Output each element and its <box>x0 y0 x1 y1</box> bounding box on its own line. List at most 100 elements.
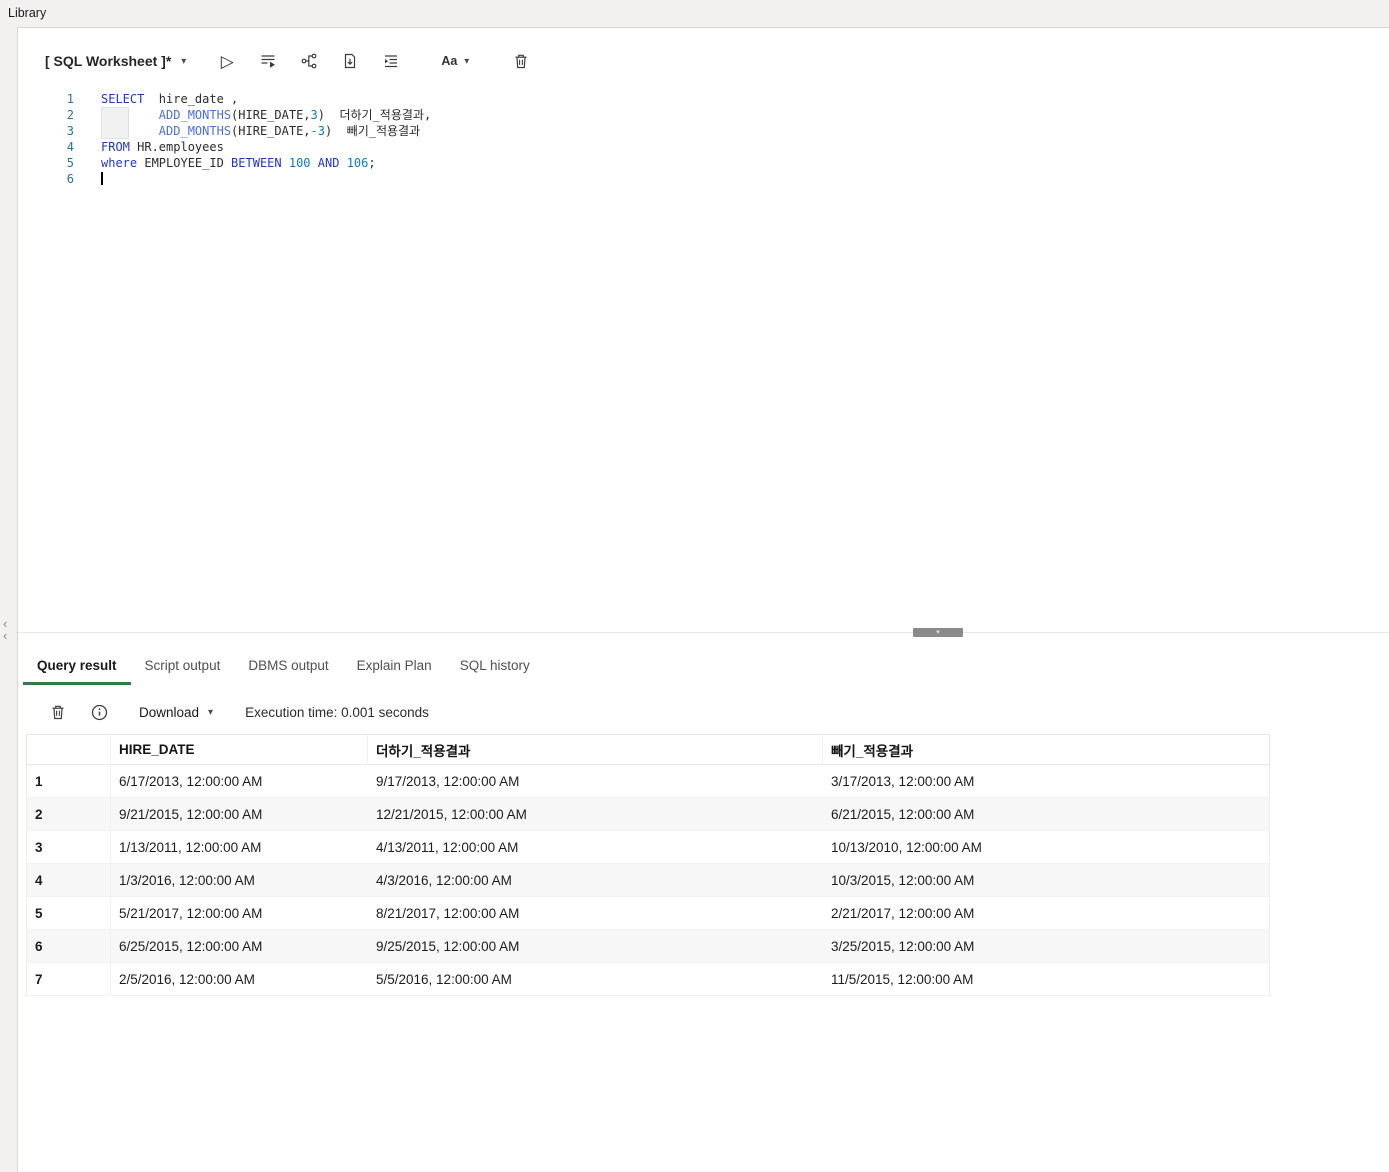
data-cell[interactable]: 2/5/2016, 12:00:00 AM <box>111 963 368 996</box>
format-button[interactable] <box>376 47 406 75</box>
data-cell[interactable]: 1/13/2011, 12:00:00 AM <box>111 831 368 864</box>
table-row[interactable]: 1 6/17/2013, 12:00:00 AM 9/17/2013, 12:00:… <box>26 765 1270 798</box>
code-line[interactable] <box>101 171 1389 187</box>
left-splitter-handle[interactable]: ‹ ‹ <box>3 617 7 642</box>
data-cell[interactable]: 3/25/2015, 12:00:00 AM <box>823 930 1270 963</box>
run-script-icon <box>259 52 277 70</box>
data-cell[interactable]: 10/3/2015, 12:00:00 AM <box>823 864 1270 897</box>
row-number-cell[interactable]: 7 <box>26 963 111 996</box>
info-icon <box>91 704 108 721</box>
row-number-cell[interactable]: 6 <box>26 930 111 963</box>
results-toolbar: Download ▾ Execution time: 0.001 seconds <box>18 697 1389 727</box>
worksheet-title: [ SQL Worksheet ]* <box>45 53 172 69</box>
data-cell[interactable]: 4/13/2011, 12:00:00 AM <box>368 831 823 864</box>
table-row[interactable]: 2 9/21/2015, 12:00:00 AM 12/21/2015, 12:00… <box>26 798 1270 831</box>
table-row[interactable]: 6 6/25/2015, 12:00:00 AM 9/25/2015, 12:00:… <box>26 930 1270 963</box>
data-cell[interactable]: 10/13/2010, 12:00:00 AM <box>823 831 1270 864</box>
run-button[interactable]: ▷ <box>212 47 242 75</box>
code-line[interactable]: SELECT hire_date , <box>101 91 1389 107</box>
grid-header-row: HIRE_DATE 더하기_적용결과 빼기_적용결과 <box>26 734 1270 765</box>
data-cell[interactable]: 2/21/2017, 12:00:00 AM <box>823 897 1270 930</box>
format-lines-icon <box>382 52 400 70</box>
trash-icon <box>50 704 66 721</box>
execution-time: Execution time: 0.001 seconds <box>245 704 429 720</box>
tab-query-result[interactable]: Query result <box>23 649 131 685</box>
data-cell[interactable]: 5/21/2017, 12:00:00 AM <box>111 897 368 930</box>
row-number-cell[interactable]: 1 <box>26 765 111 798</box>
tab-dbms-output[interactable]: DBMS output <box>234 649 342 685</box>
data-cell[interactable]: 9/17/2013, 12:00:00 AM <box>368 765 823 798</box>
trash-icon <box>513 53 529 70</box>
line-number: 2 <box>66 108 74 122</box>
data-cell[interactable]: 5/5/2016, 12:00:00 AM <box>368 963 823 996</box>
results-panel: Query result Script output DBMS output Expl… <box>18 649 1389 1172</box>
data-cell[interactable]: 12/21/2015, 12:00:00 AM <box>368 798 823 831</box>
line-number: 6 <box>66 172 74 186</box>
tab-explain-plan[interactable]: Explain Plan <box>343 649 446 685</box>
worksheet-panel: [ SQL Worksheet ]* ▾ ▷ Aa ▾ 1 2 3 4 5 6 … <box>17 27 1389 1172</box>
line-number: 5 <box>66 156 74 170</box>
table-row[interactable]: 4 1/3/2016, 12:00:00 AM 4/3/2016, 12:00:00… <box>26 864 1270 897</box>
data-cell[interactable]: 1/3/2016, 12:00:00 AM <box>111 864 368 897</box>
data-cell[interactable]: 8/21/2017, 12:00:00 AM <box>368 897 823 930</box>
line-number: 3 <box>66 124 74 138</box>
library-label: Library <box>8 6 47 20</box>
column-header[interactable]: 더하기_적용결과 <box>368 734 823 765</box>
chevron-down-icon: ▾ <box>181 55 187 67</box>
worksheet-toolbar: [ SQL Worksheet ]* ▾ ▷ Aa ▾ <box>18 44 1389 78</box>
results-tabs: Query result Script output DBMS output Expl… <box>18 649 1389 685</box>
result-grid-container: HIRE_DATE 더하기_적용결과 빼기_적용결과 1 6/17/2013, 12:… <box>26 734 1270 996</box>
row-number-cell[interactable]: 5 <box>26 897 111 930</box>
data-cell[interactable]: 9/21/2015, 12:00:00 AM <box>111 798 368 831</box>
left-panel-splitter[interactable]: ‹ ‹ <box>0 27 17 1172</box>
column-header[interactable]: HIRE_DATE <box>111 734 368 765</box>
sql-editor[interactable]: 1 2 3 4 5 6 SELECT hire_date , ADD_MONTHS(HIR… <box>18 91 1389 629</box>
table-row[interactable]: 3 1/13/2011, 12:00:00 AM 4/13/2011, 12:00:… <box>26 831 1270 864</box>
worksheet-title-menu[interactable]: [ SQL Worksheet ]* ▾ <box>45 53 186 69</box>
data-cell[interactable]: 6/21/2015, 12:00:00 AM <box>823 798 1270 831</box>
chevron-down-icon: ▾ <box>208 706 214 718</box>
data-cell[interactable]: 9/25/2015, 12:00:00 AM <box>368 930 823 963</box>
code-line[interactable]: ADD_MONTHS(HIRE_DATE,-3) 빼기_적용결과 <box>101 123 1389 139</box>
table-row[interactable]: 7 2/5/2016, 12:00:00 AM 5/5/2016, 12:00:00… <box>26 963 1270 996</box>
data-cell[interactable]: 3/17/2013, 12:00:00 AM <box>823 765 1270 798</box>
download-menu[interactable]: Download ▾ <box>139 705 213 720</box>
editor-lines[interactable]: SELECT hire_date , ADD_MONTHS(HIRE_DATE,… <box>101 91 1389 187</box>
splitter-line <box>18 632 1389 633</box>
tab-sql-history[interactable]: SQL history <box>446 649 544 685</box>
line-number: 4 <box>66 140 74 154</box>
data-cell[interactable]: 4/3/2016, 12:00:00 AM <box>368 864 823 897</box>
grid-body: 1 6/17/2013, 12:00:00 AM 9/17/2013, 12:00:… <box>26 765 1270 996</box>
table-row[interactable]: 5 5/21/2017, 12:00:00 AM 8/21/2017, 12:00:… <box>26 897 1270 930</box>
run-script-button[interactable] <box>253 47 283 75</box>
data-cell[interactable]: 11/5/2015, 12:00:00 AM <box>823 963 1270 996</box>
editor-gutter: 1 2 3 4 5 6 <box>18 91 74 187</box>
explain-plan-icon <box>300 52 318 70</box>
line-number: 1 <box>66 92 74 106</box>
code-line[interactable]: where EMPLOYEE_ID BETWEEN 100 AND 106; <box>101 155 1389 171</box>
row-number-cell[interactable]: 2 <box>26 798 111 831</box>
info-button[interactable] <box>84 698 114 726</box>
clear-worksheet-button[interactable] <box>506 47 536 75</box>
chevron-down-icon: ▾ <box>464 55 470 67</box>
text-settings-button[interactable]: Aa ▾ <box>433 47 477 75</box>
chevron-down-icon: ▾ <box>936 629 940 636</box>
row-number-cell[interactable]: 4 <box>26 864 111 897</box>
autotrace-button[interactable] <box>335 47 365 75</box>
text-size-icon: Aa <box>441 54 458 68</box>
splitter-handle[interactable]: ▾ <box>913 628 963 637</box>
code-line[interactable]: FROM HR.employees <box>101 139 1389 155</box>
code-line[interactable]: ADD_MONTHS(HIRE_DATE,3) 더하기_적용결과, <box>101 107 1389 123</box>
data-cell[interactable]: 6/17/2013, 12:00:00 AM <box>111 765 368 798</box>
data-cell[interactable]: 6/25/2015, 12:00:00 AM <box>111 930 368 963</box>
column-header[interactable]: 빼기_적용결과 <box>823 734 1270 765</box>
run-icon: ▷ <box>220 51 234 71</box>
download-label: Download <box>139 704 200 720</box>
text-cursor <box>101 172 103 185</box>
document-download-icon <box>341 52 359 70</box>
tab-script-output[interactable]: Script output <box>131 649 235 685</box>
clear-result-button[interactable] <box>43 698 73 726</box>
corner-header[interactable] <box>26 734 111 765</box>
explain-plan-button[interactable] <box>294 47 324 75</box>
row-number-cell[interactable]: 3 <box>26 831 111 864</box>
